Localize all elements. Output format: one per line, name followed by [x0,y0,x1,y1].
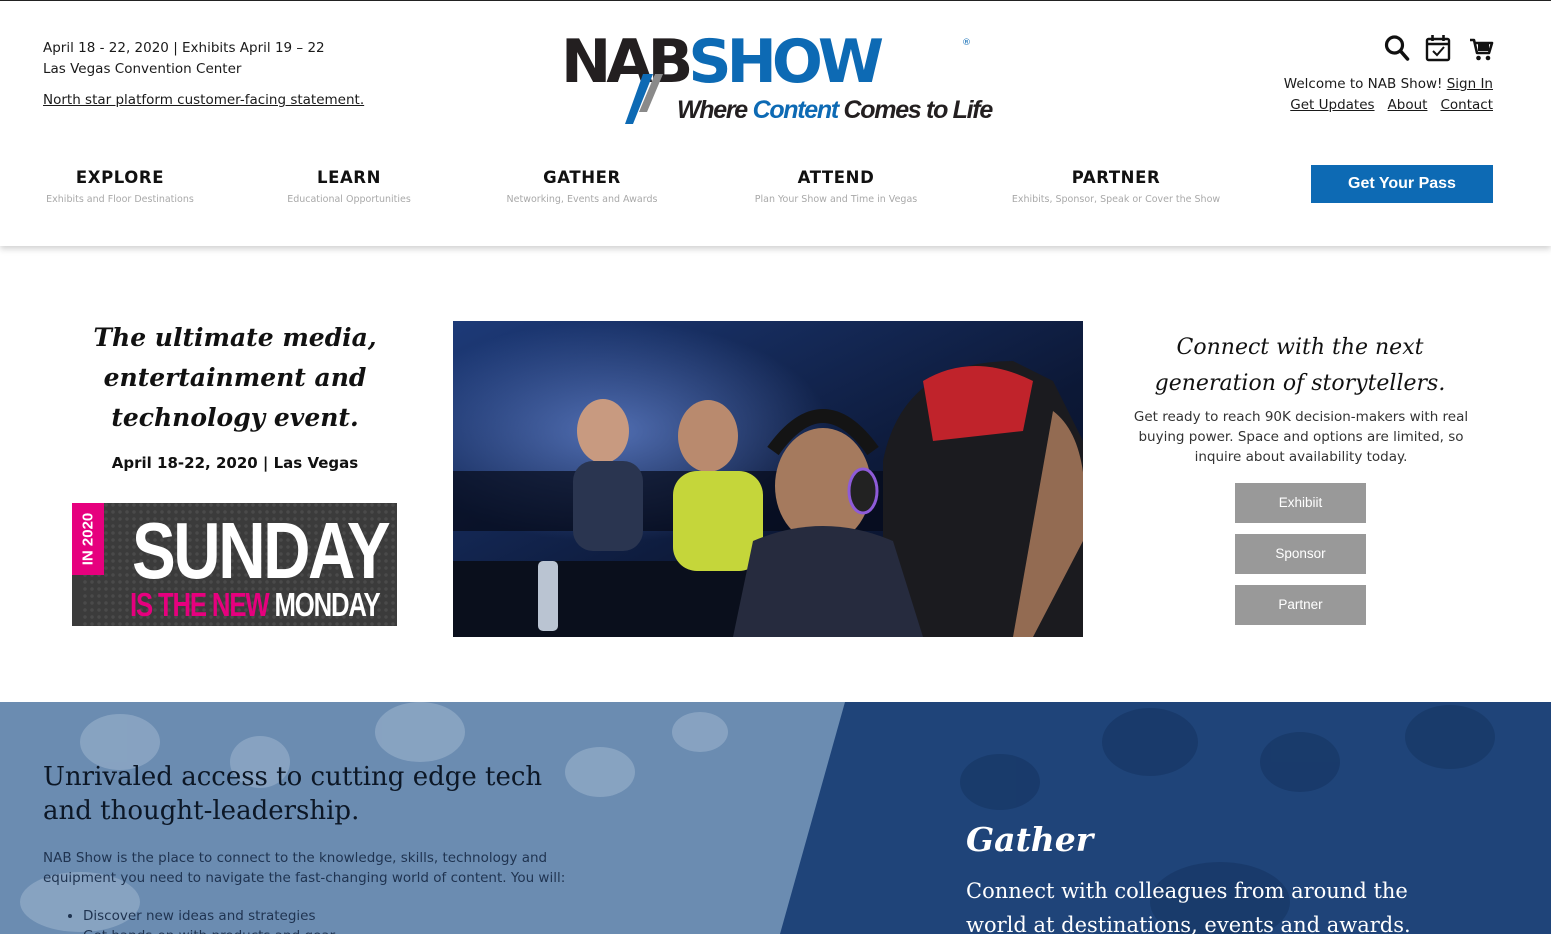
sign-in-link[interactable]: Sign In [1447,76,1493,92]
about-link[interactable]: About [1388,97,1428,113]
event-dates: April 18 - 22, 2020 | Exhibits April 19 … [43,40,325,56]
nav-learn-subtitle: Educational Opportunities [287,194,411,205]
gather-title: Gather [966,820,1094,859]
sunday-banner[interactable]: IN 2020 SUNDAY IS THE NEW MONDAY [72,503,397,626]
band-heading: Unrivaled access to cutting edge tech an… [43,762,543,826]
logo-show: SHOW [688,27,884,97]
search-icon[interactable] [1384,34,1410,62]
banner-big-text: SUNDAY [132,506,391,595]
banner-tag-text: IN 2020 [79,512,97,566]
nav-attend-title: ATTEND [797,168,875,187]
calendar-check-icon[interactable] [1425,34,1451,62]
nav-explore-title: EXPLORE [75,168,165,187]
connect-body: Get ready to reach 90K decision-makers w… [1133,409,1469,465]
logo-slash-icon [625,74,663,124]
nav-explore[interactable]: EXPLORE Exhibits and Floor Destinations [30,167,210,217]
hero-title: The ultimate media, entertainment and te… [93,323,377,432]
list-item: Get hands-on with products and gear [83,926,603,934]
header-account-links: Welcome to NAB Show! Sign In Get Updates… [1284,74,1493,116]
contact-link[interactable]: Contact [1440,97,1493,113]
sponsor-button[interactable]: Sponsor [1235,534,1366,574]
logo-registered: ® [962,38,971,48]
nav-attend[interactable]: ATTEND Plan Your Show and Time in Vegas [736,167,936,217]
band-intro: Unrivaled access to cutting edge tech an… [43,760,603,934]
nav-gather-subtitle: Networking, Events and Awards [506,194,658,205]
event-info: April 18 - 22, 2020 | Exhibits April 19 … [43,38,364,111]
nav-gather-title: GATHER [543,168,621,187]
logo-wordmark: NABSHOW [561,32,884,92]
connect-title: Connect with the next generation of stor… [1154,335,1446,396]
banner-small-text: IS THE NEW MONDAY [130,586,381,623]
nav-explore-subtitle: Exhibits and Floor Destinations [46,194,194,205]
tagline-post: Comes to Life [837,96,994,124]
get-updates-link[interactable]: Get Updates [1290,97,1374,113]
nav-gather[interactable]: GATHER Networking, Events and Awards [482,167,682,217]
exhibit-button[interactable]: Exhibiit [1235,483,1366,523]
tagline-accent: Content [752,96,840,124]
banner-tag: IN 2020 [72,503,104,575]
nav-learn-title: LEARN [316,168,382,187]
nav-learn[interactable]: LEARN Educational Opportunities [259,167,439,217]
site-header: April 18 - 22, 2020 | Exhibits April 19 … [0,0,1551,246]
nav-partner-subtitle: Exhibits, Sponsor, Speak or Cover the Sh… [1011,194,1221,205]
nav-partner[interactable]: PARTNER Exhibits, Sponsor, Speak or Cove… [1001,167,1231,217]
statement-link[interactable]: North star platform customer-facing stat… [43,90,364,111]
header-icons [1380,34,1494,66]
logo-tagline: Where Content Comes to Life [677,96,994,125]
welcome-text: Welcome to NAB Show! [1283,76,1443,92]
nav-partner-title: PARTNER [1071,168,1161,187]
cart-icon[interactable] [1469,38,1494,62]
list-item: Discover new ideas and strategies [83,906,603,926]
band-description: NAB Show is the place to connect to the … [43,850,566,886]
banner-small-end: MONDAY [274,586,380,623]
nab-show-logo[interactable]: NABSHOW ® Where Content Comes to Life [561,32,993,126]
gamers-photo-illustration [453,321,1083,637]
banner-small-accent: IS THE NEW [130,586,270,623]
gamers-photo [453,321,1083,637]
nav-attend-subtitle: Plan Your Show and Time in Vegas [754,194,918,205]
event-venue: Las Vegas Convention Center [43,61,242,77]
partner-button[interactable]: Partner [1235,585,1366,625]
hero-date: April 18-22, 2020 | Las Vegas [111,454,359,472]
features-band: Unrivaled access to cutting edge tech an… [0,702,1551,934]
band-bullet-list: Discover new ideas and strategies Get ha… [83,906,603,934]
get-your-pass-button[interactable]: Get Your Pass [1311,165,1493,203]
tagline-pre: Where [677,96,753,124]
gather-body: Connect with colleagues from around the … [966,879,1411,934]
